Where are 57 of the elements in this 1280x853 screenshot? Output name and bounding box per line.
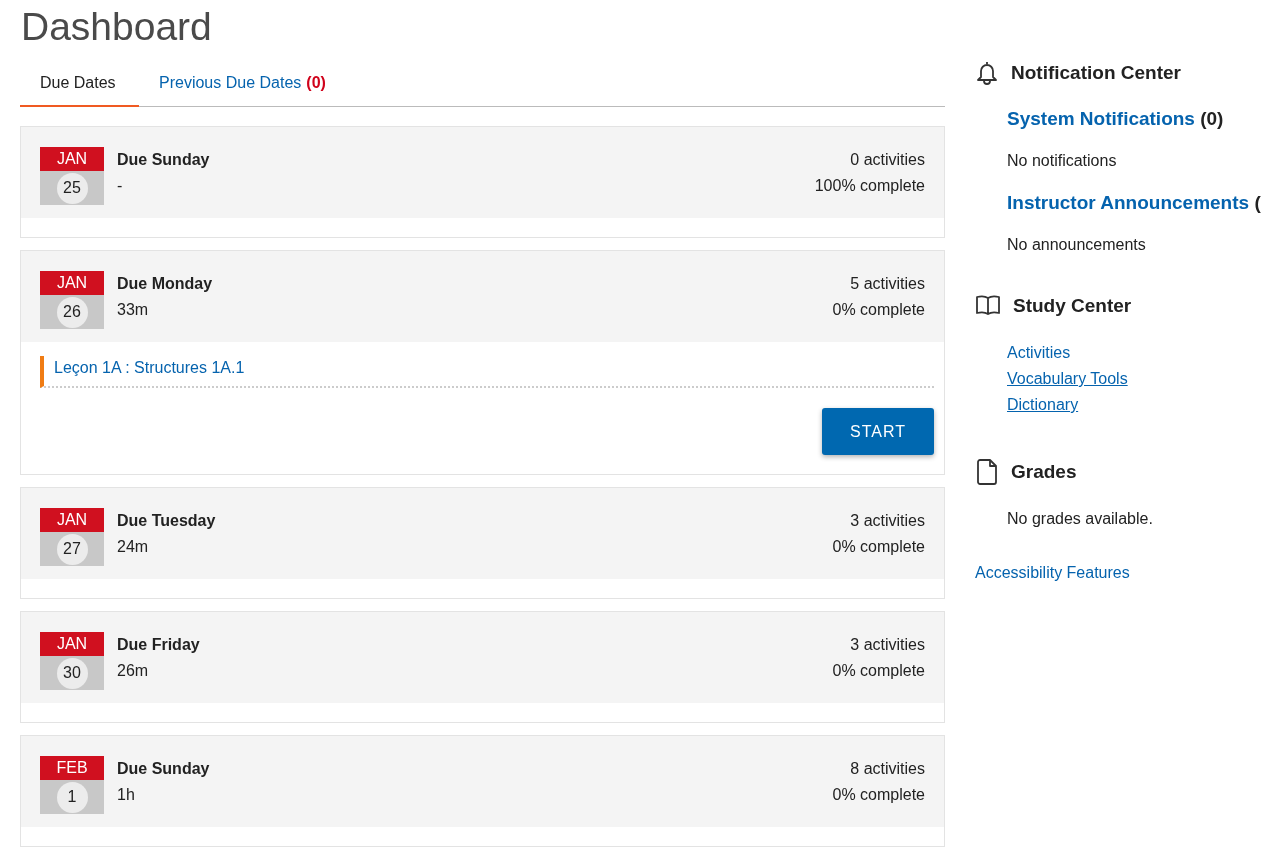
due-title: Due Sunday <box>117 759 210 779</box>
activity-count: 3 activities <box>849 635 925 655</box>
due-card-header[interactable]: JAN 26 Due Monday 33m 5 activities 0% complete <box>21 251 944 342</box>
empty-message: No announcements <box>1007 236 1147 254</box>
accessibility-link[interactable]: Accessibility Features <box>975 564 1130 582</box>
activity-count: 8 activities <box>849 759 925 779</box>
month-label: JAN <box>40 147 104 171</box>
time-estimate: 26m <box>117 661 150 681</box>
study-link[interactable]: Activities <box>1007 340 1071 366</box>
page-title: Dashboard <box>21 4 213 50</box>
day-number: 26 <box>56 296 88 328</box>
due-card-header[interactable]: JAN 30 Due Friday 26m 3 activities 0% complete <box>21 612 944 703</box>
time-estimate: 33m <box>117 300 150 320</box>
book-icon <box>975 294 1001 318</box>
month-label: JAN <box>40 632 104 656</box>
activity-count: 0 activities <box>849 150 925 170</box>
due-card-header[interactable]: JAN 27 Due Tuesday 24m 3 activities 0% complete <box>21 488 944 579</box>
due-title: Due Friday <box>117 635 200 655</box>
section-link[interactable]: System Notifications <box>1007 108 1195 129</box>
study-link[interactable]: Dictionary <box>1007 392 1079 418</box>
day-number: 25 <box>56 172 88 204</box>
completion-text: 0% complete <box>832 661 925 681</box>
due-title: Due Tuesday <box>117 511 216 531</box>
due-title: Due Monday <box>117 274 213 294</box>
notification-heading: Instructor Announcements ( <box>1007 192 1262 214</box>
tab[interactable]: Previous Due Dates (0) <box>139 64 346 107</box>
bell-icon <box>975 60 999 86</box>
document-icon <box>975 458 999 486</box>
due-card-header[interactable]: FEB 1 Due Sunday 1h 8 activities 0% complete <box>21 736 944 827</box>
section-link[interactable]: Instructor Announcements <box>1007 192 1250 213</box>
day-number: 30 <box>56 657 88 689</box>
start-button[interactable]: START <box>822 408 934 455</box>
month-label: JAN <box>40 271 104 295</box>
month-label: JAN <box>40 508 104 532</box>
time-estimate: - <box>117 176 124 196</box>
completion-text: 0% complete <box>832 300 925 320</box>
day-number: 1 <box>56 781 88 813</box>
section-heading: Study Center <box>1013 295 1132 317</box>
empty-message: No grades available. <box>1006 510 1154 528</box>
tab[interactable]: Due Dates <box>20 64 139 107</box>
section-heading: Notification Center <box>1011 62 1181 84</box>
completion-text: 0% complete <box>832 537 925 557</box>
activity-count: 5 activities <box>849 274 925 294</box>
study-link[interactable]: Vocabulary Tools <box>1007 366 1128 392</box>
due-title: Due Sunday <box>117 150 210 170</box>
completion-text: 0% complete <box>832 785 925 805</box>
activity-count: 3 activities <box>849 511 925 531</box>
notification-heading: System Notifications (0) <box>1007 108 1225 130</box>
month-label: FEB <box>40 756 104 780</box>
due-card-header[interactable]: JAN 25 Due Sunday - 0 activities 100% complete <box>21 127 944 218</box>
time-estimate: 24m <box>117 537 150 557</box>
time-estimate: 1h <box>117 785 136 805</box>
completion-text: 100% complete <box>814 176 925 196</box>
empty-message: No notifications <box>1007 152 1118 170</box>
activity-link[interactable]: Leçon 1A : Structures 1A.1 <box>40 356 934 388</box>
day-number: 27 <box>56 533 88 565</box>
section-heading: Grades <box>1011 461 1077 483</box>
